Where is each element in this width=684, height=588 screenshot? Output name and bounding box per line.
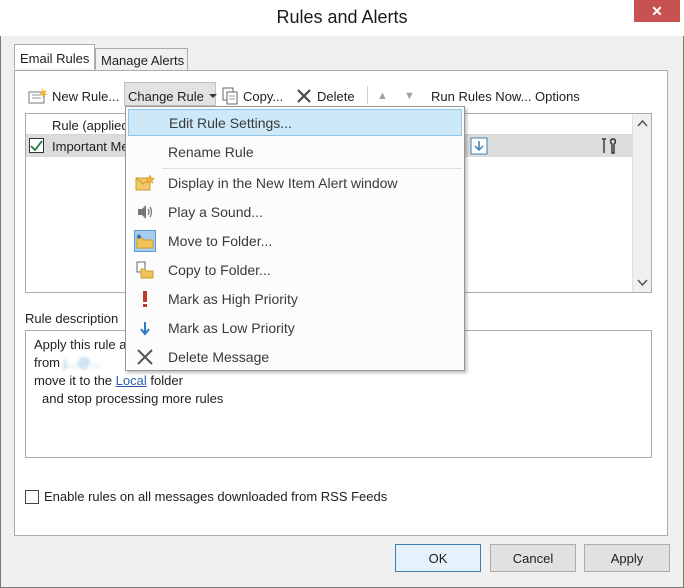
rules-list-scrollbar[interactable] [632, 114, 651, 292]
delete-icon [297, 89, 311, 103]
close-button[interactable]: ✕ [634, 0, 680, 22]
scroll-up-icon[interactable] [633, 117, 652, 131]
arrow-down-icon: ▼ [404, 90, 415, 102]
wrench-screwdriver-icon[interactable] [600, 137, 618, 155]
move-up-button[interactable]: ▲ [377, 86, 388, 106]
dialog-title: Rules and Alerts [276, 7, 408, 27]
low-priority-icon [134, 317, 156, 339]
close-icon[interactable]: ✕ [651, 3, 663, 20]
rule-action-icon [470, 137, 488, 155]
toolbar-separator [367, 86, 368, 104]
move-to-folder-icon [134, 229, 156, 252]
run-rules-now-button[interactable]: Run Rules Now... [431, 86, 531, 106]
menu-item-edit-rule-settings[interactable]: Edit Rule Settings... [128, 109, 462, 136]
rule-description-label: Rule description [25, 311, 119, 326]
options-button[interactable]: Options [535, 86, 580, 106]
new-rule-button[interactable]: New Rule... [28, 86, 119, 106]
high-priority-icon [134, 288, 156, 310]
apply-button[interactable]: Apply [584, 544, 670, 572]
rss-option[interactable]: Enable rules on all messages downloaded … [25, 489, 387, 504]
menu-item-move-to-folder[interactable]: Move to Folder... [128, 227, 462, 254]
move-down-button[interactable]: ▼ [404, 86, 415, 106]
scroll-down-icon[interactable] [633, 275, 652, 289]
rule-column-header[interactable]: Rule (applied [52, 118, 129, 133]
cancel-button[interactable]: Cancel [490, 544, 576, 572]
tab-email-rules[interactable]: Email Rules [14, 44, 95, 69]
description-line: and stop processing more rules [42, 391, 224, 406]
sender-address-link[interactable]: j...@... [64, 355, 102, 370]
copy-icon [222, 87, 238, 105]
rule-enabled-checkbox[interactable] [29, 138, 44, 153]
rule-name: Important Me [52, 139, 129, 154]
rss-checkbox[interactable] [25, 489, 39, 504]
new-item-alert-icon [134, 172, 156, 194]
copy-rule-button[interactable]: Copy... [221, 86, 283, 106]
menu-item-play-sound[interactable]: Play a Sound... [128, 198, 462, 225]
menu-item-mark-low-priority[interactable]: Mark as Low Priority [128, 314, 462, 341]
copy-to-folder-icon [134, 259, 156, 281]
checkmark-icon [30, 140, 43, 152]
description-line: move it to the Local folder [34, 373, 183, 388]
delete-rule-button[interactable]: Delete [295, 86, 355, 106]
menu-item-rename-rule[interactable]: Rename Rule [128, 138, 462, 165]
speaker-icon [134, 201, 156, 223]
folder-link[interactable]: Local [116, 373, 147, 388]
change-rule-menu: Edit Rule Settings... Rename Rule Displa… [125, 106, 465, 371]
menu-item-display-new-item-alert[interactable]: Display in the New Item Alert window [128, 169, 462, 196]
new-rule-icon [28, 88, 48, 104]
menu-item-delete-message[interactable]: Delete Message [128, 343, 462, 370]
chevron-down-icon [208, 94, 217, 98]
ok-button[interactable]: OK [395, 544, 481, 572]
change-rule-button[interactable]: Change Rule [128, 86, 218, 106]
menu-item-mark-high-priority[interactable]: Mark as High Priority [128, 285, 462, 312]
delete-x-icon [134, 346, 156, 368]
tab-manage-alerts[interactable]: Manage Alerts [95, 48, 188, 72]
arrow-up-icon: ▲ [377, 90, 388, 102]
menu-item-copy-to-folder[interactable]: Copy to Folder... [128, 256, 462, 283]
